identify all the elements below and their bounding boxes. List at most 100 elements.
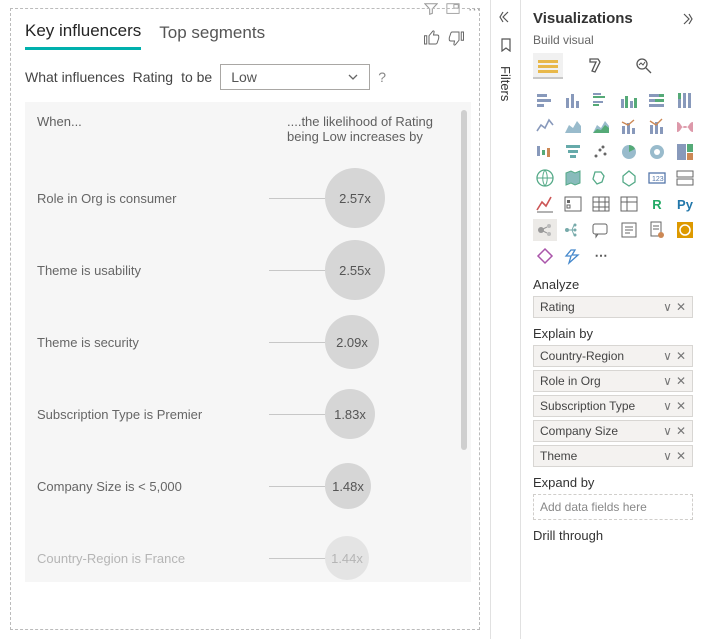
card-icon[interactable]: 123 [645, 167, 669, 189]
area-chart-icon[interactable] [561, 115, 585, 137]
analyze-field-name: Rating [540, 300, 575, 314]
clustered-column-icon[interactable] [617, 89, 641, 111]
analyze-field[interactable]: Rating ∨ ✕ [533, 296, 693, 318]
decomposition-icon[interactable] [561, 219, 585, 241]
panel-subtitle: Build visual [533, 33, 693, 47]
stacked-area-icon[interactable] [589, 115, 613, 137]
chevron-down-icon[interactable]: ∨ [663, 300, 672, 314]
hundred-bar-icon[interactable] [645, 89, 669, 111]
filters-pane-label[interactable]: Filters [498, 66, 513, 101]
explain-field[interactable]: Country-Region∨✕ [533, 345, 693, 367]
tab-top-segments[interactable]: Top segments [159, 23, 265, 49]
chevron-down-icon[interactable]: ∨ [663, 424, 672, 438]
powerapps-icon[interactable] [533, 245, 557, 267]
influencer-label: Theme is security [37, 335, 269, 350]
combo-line-stacked-icon[interactable] [645, 115, 669, 137]
influencer-row[interactable]: Role in Org is consumer 2.57x [37, 162, 465, 234]
tab-key-influencers[interactable]: Key influencers [25, 21, 141, 50]
hundred-column-icon[interactable] [673, 89, 697, 111]
waterfall-icon[interactable] [533, 141, 557, 163]
value-dropdown[interactable]: Low [220, 64, 370, 90]
ribbon-chart-icon[interactable] [673, 115, 697, 137]
influencer-bubble: 1.48x [325, 463, 371, 509]
narrative-icon[interactable] [617, 219, 641, 241]
connector-line [269, 414, 331, 415]
map-icon[interactable] [533, 167, 557, 189]
qa-visual-icon[interactable] [589, 219, 613, 241]
stacked-bar-icon[interactable] [533, 89, 557, 111]
analytics-mode-icon[interactable] [629, 53, 659, 79]
slicer-icon[interactable] [561, 193, 585, 215]
clustered-bar-icon[interactable] [589, 89, 613, 111]
multi-card-icon[interactable] [673, 167, 697, 189]
question-metric: Rating [133, 69, 173, 85]
influencer-label: Country-Region is France [37, 551, 269, 566]
drill-label: Drill through [533, 528, 693, 543]
py-visual-icon[interactable]: Py [673, 193, 697, 215]
column-then: ....the likelihood of Rating being Low i… [287, 114, 447, 144]
arcgis-icon[interactable] [673, 219, 697, 241]
remove-icon[interactable]: ✕ [676, 374, 686, 388]
pie-icon[interactable] [617, 141, 641, 163]
more-visuals-icon[interactable]: ⋯ [589, 245, 613, 267]
explain-field[interactable]: Subscription Type∨✕ [533, 395, 693, 417]
chevron-down-icon[interactable]: ∨ [663, 449, 672, 463]
connector-line [269, 270, 331, 271]
matrix-icon[interactable] [617, 193, 641, 215]
stacked-column-icon[interactable] [561, 89, 585, 111]
help-icon[interactable]: ? [378, 69, 386, 85]
influencer-row[interactable]: Subscription Type is Premier1.83x [37, 378, 465, 450]
combo-line-bar-icon[interactable] [617, 115, 641, 137]
bookmark-icon[interactable] [499, 38, 513, 52]
treemap-icon[interactable] [673, 141, 697, 163]
remove-icon[interactable]: ✕ [676, 349, 686, 363]
influencer-row[interactable]: Theme is security2.09x [37, 306, 465, 378]
chart-scrollbar[interactable] [461, 110, 467, 450]
scatter-icon[interactable] [589, 141, 613, 163]
expand-right-icon[interactable] [679, 12, 693, 26]
influencer-label: Theme is usability [37, 263, 269, 278]
explain-field[interactable]: Theme ∨ ✕ [533, 445, 693, 467]
format-mode-icon[interactable] [581, 53, 611, 79]
field-name: Theme [540, 449, 577, 463]
field-name: Company Size [540, 424, 618, 438]
table-icon[interactable] [589, 193, 613, 215]
influencer-row[interactable]: Company Size is < 5,000 1.48x [37, 450, 465, 522]
question-prefix: What influences [25, 69, 125, 85]
chevron-down-icon[interactable]: ∨ [663, 399, 672, 413]
remove-icon[interactable]: ✕ [676, 300, 686, 314]
remove-icon[interactable]: ✕ [676, 399, 686, 413]
fields-mode-icon[interactable] [533, 53, 563, 79]
remove-icon[interactable]: ✕ [676, 449, 686, 463]
explain-field[interactable]: Company Size ∨ ✕ [533, 420, 693, 442]
automate-icon[interactable] [561, 245, 585, 267]
key-influencers-icon[interactable] [533, 219, 557, 241]
chevron-down-icon[interactable]: ∨ [663, 374, 672, 388]
thumbs-up-icon[interactable] [423, 29, 441, 47]
kpi-icon[interactable] [533, 193, 557, 215]
influencer-row[interactable]: Theme is usability2.55x [37, 234, 465, 306]
chevron-down-icon[interactable]: ∨ [663, 349, 672, 363]
expand-placeholder[interactable]: Add data fields here [533, 494, 693, 520]
influencer-bubble: 2.57x [325, 168, 385, 228]
dropdown-value: Low [231, 69, 257, 85]
influencer-label: Company Size is < 5,000 [37, 479, 269, 494]
donut-icon[interactable] [645, 141, 669, 163]
shape-map-icon[interactable] [589, 167, 613, 189]
funnel-icon[interactable] [561, 141, 585, 163]
collapse-left-icon[interactable] [499, 10, 513, 24]
influencer-label: Role in Org is consumer [37, 191, 269, 206]
connector-line [269, 558, 331, 559]
r-visual-icon[interactable]: R [645, 193, 669, 215]
influencer-row[interactable]: Country-Region is France1.44x [37, 522, 465, 582]
filled-map-icon[interactable] [561, 167, 585, 189]
azure-map-icon[interactable] [617, 167, 641, 189]
paginated-icon[interactable] [645, 219, 669, 241]
connector-line [269, 342, 331, 343]
thumbs-down-icon[interactable] [447, 29, 465, 47]
expand-label: Expand by [533, 475, 693, 490]
field-name: Role in Org [540, 374, 601, 388]
line-chart-icon[interactable] [533, 115, 557, 137]
remove-icon[interactable]: ✕ [676, 424, 686, 438]
explain-field[interactable]: Role in Org ∨ ✕ [533, 370, 693, 392]
